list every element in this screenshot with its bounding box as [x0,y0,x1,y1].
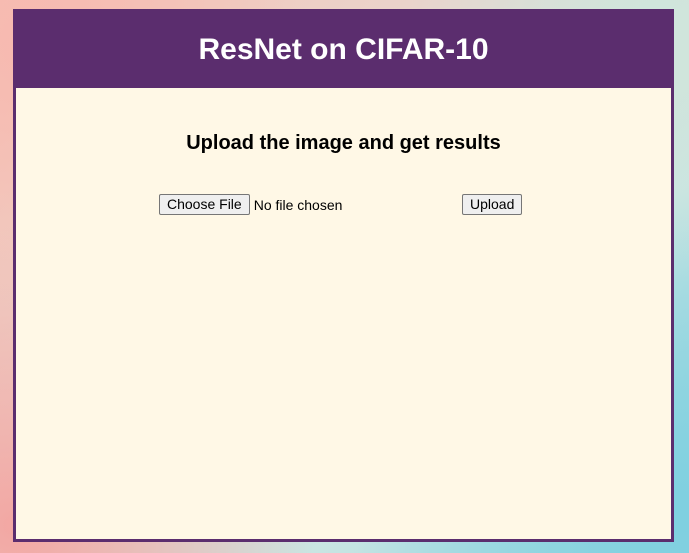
choose-file-button[interactable]: Choose File [159,194,250,215]
file-input[interactable]: Choose File No file chosen [159,194,342,215]
upload-button[interactable]: Upload [462,194,523,215]
main-card: ResNet on CIFAR-10 Upload the image and … [13,9,674,542]
page-title: ResNet on CIFAR-10 [198,33,489,66]
upload-instructions: Upload the image and get results [186,132,501,154]
header-bar: ResNet on CIFAR-10 [16,12,671,88]
file-status-text: No file chosen [253,196,343,213]
